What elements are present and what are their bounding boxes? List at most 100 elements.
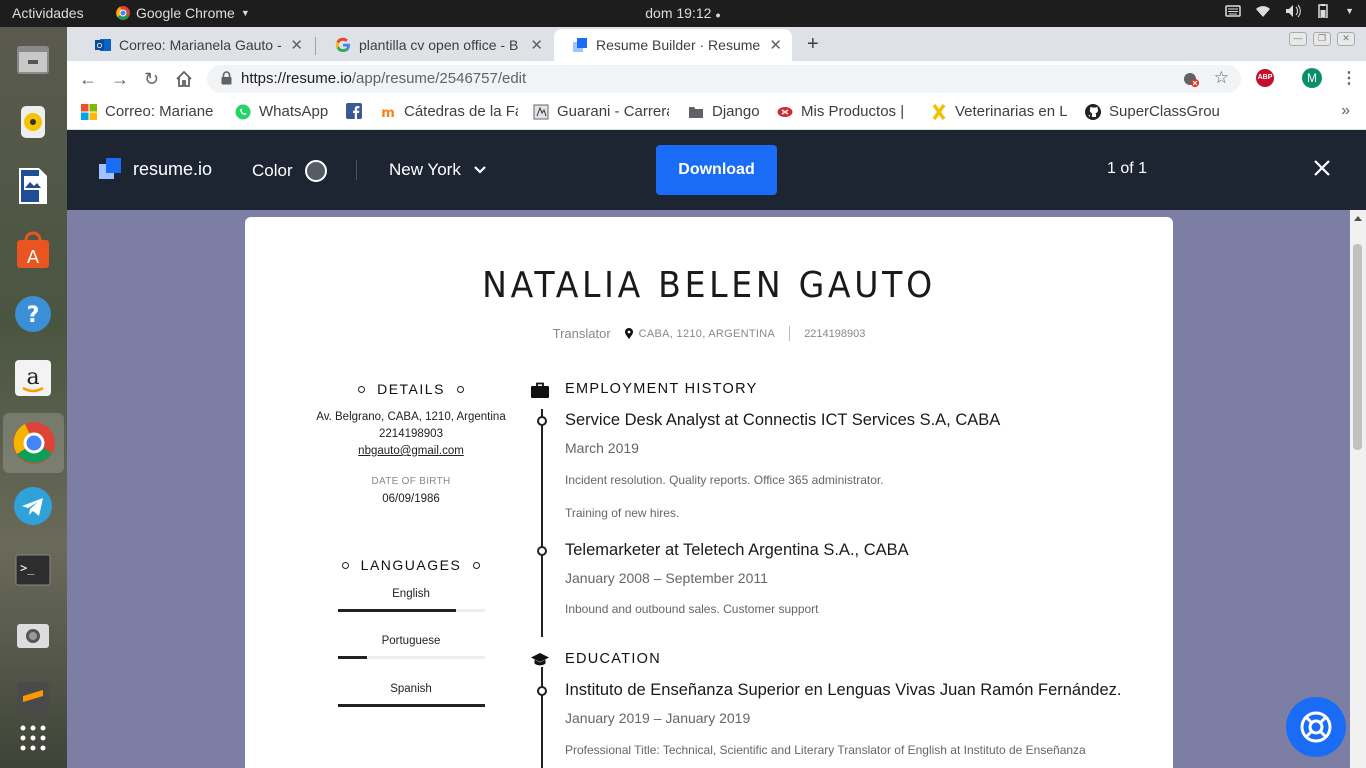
cookie-blocked-icon[interactable] — [1183, 71, 1199, 87]
clock-text: dom 19:12 — [645, 5, 712, 21]
page-scrollbar[interactable] — [1350, 210, 1366, 768]
forward-icon[interactable]: → — [111, 69, 129, 90]
bookmark-whatsapp[interactable]: WhatsApp — [235, 103, 328, 120]
template-selector[interactable]: New York — [389, 160, 487, 180]
back-icon[interactable]: ← — [79, 69, 97, 90]
google-icon — [335, 37, 350, 53]
system-tray[interactable]: ▼ — [1225, 4, 1354, 18]
bookmark-guarani[interactable]: Guarani - Carrera — [533, 103, 669, 120]
home-icon[interactable] — [175, 70, 193, 88]
show-applications-icon[interactable] — [10, 715, 56, 761]
system-top-bar: Actividades Google Chrome ▼ dom 19:12 ● … — [0, 0, 1366, 27]
screenshot-app-icon[interactable] — [10, 611, 56, 657]
resumeio-icon — [573, 38, 587, 52]
files-app-icon[interactable] — [10, 37, 56, 83]
bookmark-label: Guarani - Carrera — [557, 103, 669, 120]
help-app-icon[interactable]: ? — [10, 291, 56, 337]
timeline-dot — [537, 546, 547, 556]
more-bookmarks-icon[interactable]: » — [1341, 102, 1350, 120]
tab-strip: O Correo: Marianela Gauto - ✕ plantilla … — [67, 27, 1366, 61]
template-name: New York — [389, 160, 461, 179]
education-date-1: January 2019 – January 2019 — [565, 710, 751, 726]
tab-title: Resume Builder · Resume — [596, 37, 761, 53]
reload-icon[interactable]: ↻ — [144, 69, 159, 90]
resumeio-logo-icon — [99, 158, 121, 179]
tab-outlook[interactable]: O Correo: Marianela Gauto - ✕ — [77, 29, 313, 61]
help-lifebuoy-button[interactable] — [1286, 697, 1346, 757]
ornament-icon — [358, 385, 366, 393]
languages-section: LANGUAGES English Portuguese Spanish — [311, 557, 511, 717]
libreoffice-impress-app-icon[interactable] — [10, 163, 56, 209]
bookmark-label: WhatsApp — [259, 103, 329, 120]
graduation-cap-icon — [531, 653, 549, 666]
bookmark-veterinarias[interactable]: Veterinarias en L — [931, 103, 1067, 120]
amazon-app-icon[interactable]: a — [10, 355, 56, 401]
minimize-button[interactable]: — — [1289, 32, 1307, 46]
job-date-1: March 2019 — [565, 440, 639, 456]
timeline-line — [541, 409, 543, 768]
bookmarks-bar: Correo: Mariane WhatsApp m Cátedras de la… — [67, 97, 1366, 130]
clock[interactable]: dom 19:12 ● — [0, 5, 1366, 21]
svg-text:?: ? — [27, 303, 40, 328]
page-content: resume.io Color New York Download 1 of 1… — [67, 130, 1366, 768]
education-desc-1: Professional Title: Technical, Scientifi… — [565, 743, 1086, 757]
download-button[interactable]: Download — [656, 145, 777, 195]
color-picker[interactable]: Color — [252, 160, 327, 182]
close-tab-icon[interactable]: ✕ — [769, 36, 782, 54]
bookmark-superclass[interactable]: SuperClassGrou — [1085, 103, 1225, 120]
scroll-up-arrow-icon[interactable] — [1354, 216, 1362, 221]
moodle-icon: m — [381, 106, 395, 120]
job-date-2: January 2008 – September 2011 — [565, 570, 768, 586]
subtitle-divider — [789, 326, 791, 341]
tab-resume-builder[interactable]: Resume Builder · Resume ✕ — [554, 29, 792, 61]
profile-avatar[interactable]: M — [1302, 68, 1322, 88]
language-level-bar — [338, 704, 485, 707]
new-tab-button[interactable]: + — [807, 33, 819, 56]
browser-toolbar: ← → ↻ https://resume.io/app/resume/25467… — [67, 61, 1366, 97]
language-level-fill — [338, 609, 456, 612]
ornament-icon — [341, 561, 349, 569]
location-pin-icon — [624, 328, 633, 339]
close-icon[interactable] — [1312, 158, 1332, 178]
details-section: DETAILS Av. Belgrano, CABA, 1210, Argent… — [311, 381, 511, 505]
close-tab-icon[interactable]: ✕ — [290, 36, 303, 54]
resumeio-logo[interactable]: resume.io — [99, 158, 212, 180]
resume-name: NATALIA BELEN GAUTO — [482, 265, 936, 306]
address-bar[interactable]: https://resume.io/app/resume/2546757/edi… — [207, 65, 1241, 93]
lifebuoy-icon — [1300, 711, 1332, 743]
terminal-app-icon[interactable]: >_ — [10, 547, 56, 593]
close-tab-icon[interactable]: ✕ — [530, 36, 543, 54]
bookmark-mis-productos[interactable]: Mis Productos | — [777, 103, 913, 120]
bookmark-catedras[interactable]: m Cátedras de la Fa — [380, 103, 518, 120]
maximize-button[interactable]: ❐ — [1313, 32, 1331, 46]
tab-divider — [315, 37, 316, 55]
ubuntu-software-app-icon[interactable]: A — [10, 227, 56, 273]
scrollbar-thumb[interactable] — [1353, 244, 1362, 450]
url-path: /app/resume/2546757/edit — [351, 70, 527, 87]
url-text: https://resume.io/app/resume/2546757/edi… — [241, 70, 526, 87]
job-title: Translator — [552, 326, 611, 341]
tab-google[interactable]: plantilla cv open office - B ✕ — [317, 29, 553, 61]
timeline-dot — [537, 416, 547, 426]
rhythmbox-app-icon[interactable] — [10, 99, 56, 145]
bookmark-facebook[interactable] — [346, 103, 362, 119]
telegram-app-icon[interactable] — [10, 483, 56, 529]
bookmark-django[interactable]: Django — [688, 103, 760, 120]
bookmark-correo[interactable]: Correo: Mariane — [81, 103, 217, 120]
languages-heading-text: LANGUAGES — [360, 557, 462, 573]
timeline-dot — [537, 686, 547, 696]
brand-name: resume.io — [133, 158, 213, 179]
color-swatch[interactable] — [304, 160, 327, 182]
chrome-app-icon[interactable] — [3, 413, 64, 473]
resume-subtitle: Translator CABA, 1210, ARGENTINA 2214198… — [245, 326, 1173, 341]
language-name: English — [392, 588, 430, 600]
close-window-button[interactable]: ✕ — [1337, 32, 1355, 46]
more-menu-icon[interactable]: ⋮ — [1341, 68, 1357, 88]
details-email[interactable]: nbgauto@gmail.com — [311, 445, 511, 457]
bookmark-star-icon[interactable]: ☆ — [1214, 68, 1229, 88]
language-level-bar — [338, 609, 485, 612]
editor-toolbar: resume.io Color New York Download 1 of 1 — [67, 130, 1366, 210]
job-title-1: Service Desk Analyst at Connectis ICT Se… — [565, 411, 1001, 429]
ornament-icon — [473, 561, 481, 569]
adblock-plus-icon[interactable]: ABP — [1256, 69, 1274, 87]
